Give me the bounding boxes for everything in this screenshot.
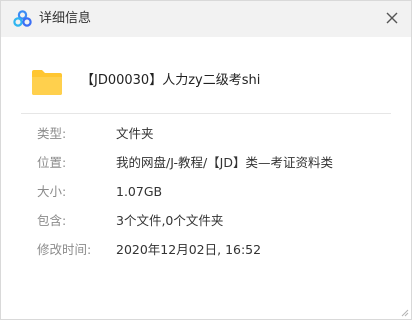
detail-label: 大小: bbox=[37, 184, 67, 199]
file-header: 【JD00030】人力zy二级考shi bbox=[21, 51, 391, 111]
detail-value: 我的网盘/J-教程/【JD】类—考证资料类 bbox=[116, 155, 333, 170]
detail-label: 类型: bbox=[37, 126, 67, 141]
detail-row-contains: 包含: 3个文件,0个文件夹 bbox=[21, 206, 391, 235]
detail-value: 3个文件,0个文件夹 bbox=[116, 213, 224, 228]
baidu-netdisk-cloud-icon bbox=[13, 10, 32, 27]
divider bbox=[21, 113, 391, 114]
detail-label: 修改时间: bbox=[37, 242, 92, 257]
close-button[interactable] bbox=[379, 5, 405, 31]
detail-value: 文件夹 bbox=[116, 126, 154, 141]
folder-icon bbox=[32, 70, 62, 95]
detail-value: 2020年12月02日, 16:52 bbox=[116, 242, 262, 257]
title-bar[interactable]: 详细信息 bbox=[1, 1, 411, 37]
resize-grip-icon[interactable] bbox=[399, 307, 409, 317]
detail-row-modified: 修改时间: 2020年12月02日, 16:52 bbox=[21, 235, 391, 264]
dialog-title: 详细信息 bbox=[39, 11, 92, 26]
details-dialog: 详细信息 【JD00030】人力zy二级考shi 类型: 文件夹 位置: 我的网… bbox=[0, 0, 412, 320]
detail-label: 位置: bbox=[37, 155, 67, 170]
file-name: 【JD00030】人力zy二级考shi bbox=[81, 73, 261, 88]
detail-value: 1.07GB bbox=[116, 184, 163, 199]
close-icon bbox=[386, 12, 398, 24]
detail-label: 包含: bbox=[37, 213, 67, 228]
detail-row-type: 类型: 文件夹 bbox=[21, 119, 391, 148]
detail-row-size: 大小: 1.07GB bbox=[21, 177, 391, 206]
details-list: 类型: 文件夹 位置: 我的网盘/J-教程/【JD】类—考证资料类 大小: 1.… bbox=[21, 119, 391, 264]
detail-row-location: 位置: 我的网盘/J-教程/【JD】类—考证资料类 bbox=[21, 148, 391, 177]
